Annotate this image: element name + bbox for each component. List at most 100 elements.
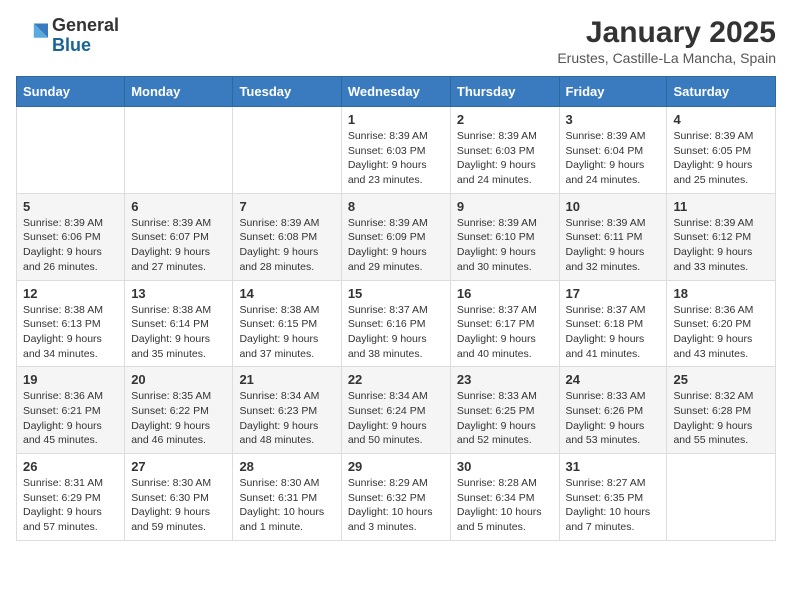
day-info: Sunrise: 8:37 AM Sunset: 6:17 PM Dayligh… [457, 303, 553, 362]
calendar-cell: 10Sunrise: 8:39 AM Sunset: 6:11 PM Dayli… [559, 193, 667, 280]
day-number: 20 [131, 372, 226, 387]
day-number: 27 [131, 459, 226, 474]
day-number: 25 [673, 372, 769, 387]
calendar-cell: 1 Sunrise: 8:39 AM Sunset: 6:03 PM Daylig… [341, 107, 450, 194]
day-info: Sunrise: 8:39 AM Sunset: 6:06 PM Dayligh… [23, 216, 118, 275]
day-number: 28 [239, 459, 334, 474]
day-number: 23 [457, 372, 553, 387]
day-info: Sunrise: 8:39 AM Sunset: 6:03 PM Dayligh… [348, 129, 444, 188]
weekday-header: Thursday [450, 77, 559, 107]
weekday-header: Friday [559, 77, 667, 107]
weekday-header: Sunday [17, 77, 125, 107]
calendar-cell: 9 Sunrise: 8:39 AM Sunset: 6:10 PM Daylig… [450, 193, 559, 280]
logo-general-text: General [52, 16, 119, 36]
calendar-cell: 29Sunrise: 8:29 AM Sunset: 6:32 PM Dayli… [341, 454, 450, 541]
day-info: Sunrise: 8:31 AM Sunset: 6:29 PM Dayligh… [23, 476, 118, 535]
calendar-week-row: 26 Sunrise: 8:31 AM Sunset: 6:29 PM Dayli… [17, 454, 776, 541]
weekday-header-row: SundayMondayTuesdayWednesdayThursdayFrid… [17, 77, 776, 107]
calendar-cell: 14 Sunrise: 8:38 AM Sunset: 6:15 PM Dayli… [233, 280, 341, 367]
calendar-cell [233, 107, 341, 194]
day-info: Sunrise: 8:27 AM Sunset: 6:35 PM Dayligh… [566, 476, 661, 535]
calendar-cell: 15 Sunrise: 8:37 AM Sunset: 6:16 PM Dayli… [341, 280, 450, 367]
calendar-table: SundayMondayTuesdayWednesdayThursdayFrid… [16, 76, 776, 541]
calendar-subtitle: Erustes, Castille-La Mancha, Spain [557, 50, 776, 66]
day-info: Sunrise: 8:37 AM Sunset: 6:18 PM Dayligh… [566, 303, 661, 362]
day-info: Sunrise: 8:39 AM Sunset: 6:04 PM Dayligh… [566, 129, 661, 188]
day-info: Sunrise: 8:33 AM Sunset: 6:26 PM Dayligh… [566, 389, 661, 448]
calendar-week-row: 12 Sunrise: 8:38 AM Sunset: 6:13 PM Dayli… [17, 280, 776, 367]
day-number: 12 [23, 286, 118, 301]
day-number: 17 [566, 286, 661, 301]
day-number: 10 [566, 199, 661, 214]
calendar-week-row: 5 Sunrise: 8:39 AM Sunset: 6:06 PM Daylig… [17, 193, 776, 280]
day-number: 19 [23, 372, 118, 387]
logo-icon [16, 20, 48, 52]
day-number: 26 [23, 459, 118, 474]
calendar-cell: 16Sunrise: 8:37 AM Sunset: 6:17 PM Dayli… [450, 280, 559, 367]
calendar-cell: 28 Sunrise: 8:30 AM Sunset: 6:31 PM Dayli… [233, 454, 341, 541]
day-info: Sunrise: 8:30 AM Sunset: 6:30 PM Dayligh… [131, 476, 226, 535]
day-number: 22 [348, 372, 444, 387]
calendar-cell: 20Sunrise: 8:35 AM Sunset: 6:22 PM Dayli… [125, 367, 233, 454]
calendar-cell: 18Sunrise: 8:36 AM Sunset: 6:20 PM Dayli… [667, 280, 776, 367]
day-info: Sunrise: 8:39 AM Sunset: 6:12 PM Dayligh… [673, 216, 769, 275]
calendar-cell: 11Sunrise: 8:39 AM Sunset: 6:12 PM Dayli… [667, 193, 776, 280]
calendar-cell: 21Sunrise: 8:34 AM Sunset: 6:23 PM Dayli… [233, 367, 341, 454]
day-info: Sunrise: 8:38 AM Sunset: 6:15 PM Dayligh… [239, 303, 334, 362]
day-info: Sunrise: 8:39 AM Sunset: 6:09 PM Dayligh… [348, 216, 444, 275]
day-number: 7 [239, 199, 334, 214]
day-info: Sunrise: 8:39 AM Sunset: 6:05 PM Dayligh… [673, 129, 769, 188]
day-number: 13 [131, 286, 226, 301]
day-number: 29 [348, 459, 444, 474]
calendar-cell [667, 454, 776, 541]
day-info: Sunrise: 8:38 AM Sunset: 6:13 PM Dayligh… [23, 303, 118, 362]
calendar-cell: 12 Sunrise: 8:38 AM Sunset: 6:13 PM Dayli… [17, 280, 125, 367]
calendar-cell: 31 Sunrise: 8:27 AM Sunset: 6:35 PM Dayli… [559, 454, 667, 541]
calendar-cell: 8 Sunrise: 8:39 AM Sunset: 6:09 PM Daylig… [341, 193, 450, 280]
calendar-cell: 25Sunrise: 8:32 AM Sunset: 6:28 PM Dayli… [667, 367, 776, 454]
weekday-header: Monday [125, 77, 233, 107]
calendar-cell: 30 Sunrise: 8:28 AM Sunset: 6:34 PM Dayli… [450, 454, 559, 541]
calendar-cell: 24 Sunrise: 8:33 AM Sunset: 6:26 PM Dayli… [559, 367, 667, 454]
weekday-header: Wednesday [341, 77, 450, 107]
day-number: 4 [673, 112, 769, 127]
calendar-cell: 2 Sunrise: 8:39 AM Sunset: 6:03 PM Daylig… [450, 107, 559, 194]
day-number: 24 [566, 372, 661, 387]
calendar-cell: 23 Sunrise: 8:33 AM Sunset: 6:25 PM Dayli… [450, 367, 559, 454]
day-info: Sunrise: 8:37 AM Sunset: 6:16 PM Dayligh… [348, 303, 444, 362]
day-number: 14 [239, 286, 334, 301]
day-number: 2 [457, 112, 553, 127]
calendar-cell: 5 Sunrise: 8:39 AM Sunset: 6:06 PM Daylig… [17, 193, 125, 280]
page-header: General Blue January 2025 Erustes, Casti… [16, 16, 776, 66]
calendar-cell: 22 Sunrise: 8:34 AM Sunset: 6:24 PM Dayli… [341, 367, 450, 454]
day-number: 1 [348, 112, 444, 127]
day-number: 8 [348, 199, 444, 214]
calendar-week-row: 1 Sunrise: 8:39 AM Sunset: 6:03 PM Daylig… [17, 107, 776, 194]
day-info: Sunrise: 8:38 AM Sunset: 6:14 PM Dayligh… [131, 303, 226, 362]
calendar-week-row: 19Sunrise: 8:36 AM Sunset: 6:21 PM Dayli… [17, 367, 776, 454]
calendar-cell: 13 Sunrise: 8:38 AM Sunset: 6:14 PM Dayli… [125, 280, 233, 367]
day-number: 21 [239, 372, 334, 387]
day-number: 9 [457, 199, 553, 214]
calendar-cell [17, 107, 125, 194]
day-info: Sunrise: 8:33 AM Sunset: 6:25 PM Dayligh… [457, 389, 553, 448]
day-info: Sunrise: 8:36 AM Sunset: 6:20 PM Dayligh… [673, 303, 769, 362]
day-number: 5 [23, 199, 118, 214]
day-info: Sunrise: 8:39 AM Sunset: 6:10 PM Dayligh… [457, 216, 553, 275]
day-info: Sunrise: 8:39 AM Sunset: 6:03 PM Dayligh… [457, 129, 553, 188]
calendar-cell: 3 Sunrise: 8:39 AM Sunset: 6:04 PM Daylig… [559, 107, 667, 194]
calendar-cell: 19Sunrise: 8:36 AM Sunset: 6:21 PM Dayli… [17, 367, 125, 454]
day-number: 31 [566, 459, 661, 474]
calendar-cell: 7 Sunrise: 8:39 AM Sunset: 6:08 PM Daylig… [233, 193, 341, 280]
day-number: 6 [131, 199, 226, 214]
day-info: Sunrise: 8:34 AM Sunset: 6:24 PM Dayligh… [348, 389, 444, 448]
day-info: Sunrise: 8:30 AM Sunset: 6:31 PM Dayligh… [239, 476, 334, 535]
day-info: Sunrise: 8:28 AM Sunset: 6:34 PM Dayligh… [457, 476, 553, 535]
day-number: 15 [348, 286, 444, 301]
weekday-header: Saturday [667, 77, 776, 107]
day-info: Sunrise: 8:39 AM Sunset: 6:07 PM Dayligh… [131, 216, 226, 275]
day-number: 30 [457, 459, 553, 474]
day-info: Sunrise: 8:39 AM Sunset: 6:08 PM Dayligh… [239, 216, 334, 275]
calendar-cell: 4 Sunrise: 8:39 AM Sunset: 6:05 PM Daylig… [667, 107, 776, 194]
day-number: 3 [566, 112, 661, 127]
